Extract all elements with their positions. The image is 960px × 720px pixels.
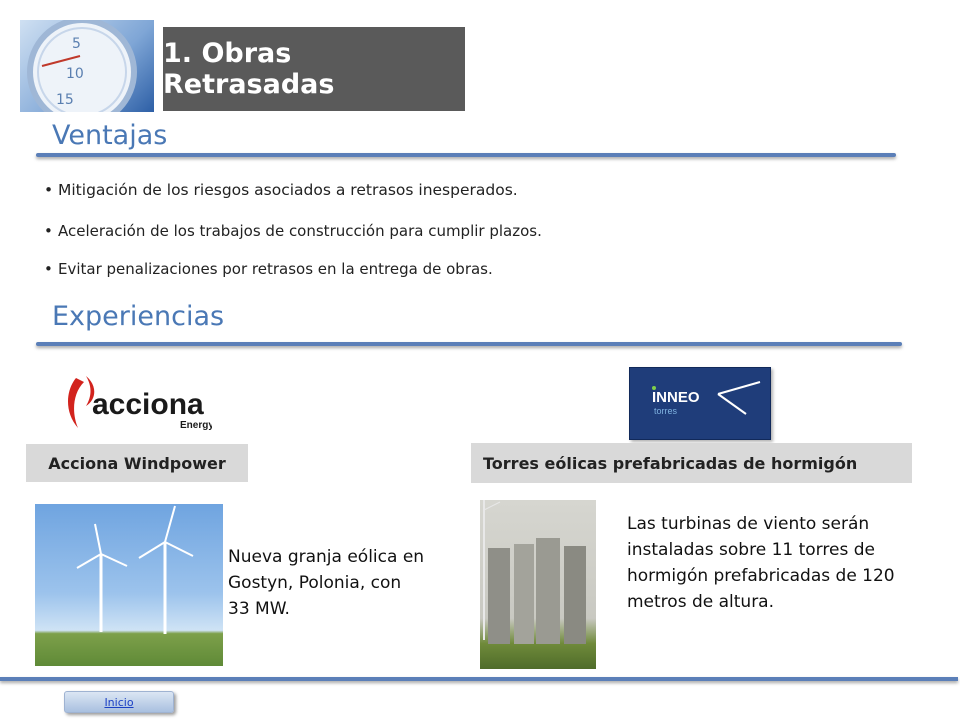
ventajas-bullet-1: • Mitigación de los riesgos asociados a r… [44,181,518,199]
stopwatch-number-15: 15 [56,92,74,108]
page-title: 1. Obras Retrasadas [163,38,335,100]
inneo-logo: INNEO torres [629,367,771,440]
bullet-icon: • [44,222,53,240]
concrete-towers-photo [480,500,596,669]
ventajas-divider [36,153,896,157]
inneo-label: Torres eólicas prefabricadas de hormigón [471,443,912,483]
stopwatch-number-5: 5 [72,36,81,52]
acciona-caption: Nueva granja eólica en Gostyn, Polonia, … [228,547,425,619]
stopwatch-number-10: 10 [66,66,84,82]
title-box: 1. Obras Retrasadas [163,27,465,111]
footer-divider [0,677,958,681]
wind-farm-photo [35,504,223,666]
ventajas-bullet-3: • Evitar penalizaciones por retrasos en l… [44,260,493,278]
bullet-text: Mitigación de los riesgos asociados a re… [58,181,518,199]
bullet-icon: • [44,260,53,278]
experiencias-divider [36,342,902,346]
acciona-logo: acciona Energy [62,372,214,434]
stopwatch-image: 5 10 15 [20,20,154,112]
ventajas-heading: Ventajas [52,120,168,151]
bullet-text: Aceleración de los trabajos de construcc… [58,222,542,240]
bullet-text: Evitar penalizaciones por retrasos en la… [58,260,493,278]
ventajas-bullet-2: • Aceleración de los trabajos de construc… [44,222,542,240]
inneo-label-text: Torres eólicas prefabricadas de hormigón [483,453,858,473]
acciona-label-text: Acciona Windpower [48,453,226,473]
inneo-caption: Las turbinas de viento serán instaladas … [627,514,895,612]
inicio-link[interactable]: Inicio [104,696,133,709]
acciona-logo-sub: Energy [180,420,212,431]
inneo-logo-sub: torres [654,406,678,416]
acciona-label: Acciona Windpower [26,444,248,482]
inicio-button[interactable]: Inicio [64,691,174,713]
inneo-logo-word: INNEO [652,389,700,406]
experiencias-heading: Experiencias [52,301,225,332]
bullet-icon: • [44,181,54,199]
acciona-logo-word: acciona [92,388,204,421]
